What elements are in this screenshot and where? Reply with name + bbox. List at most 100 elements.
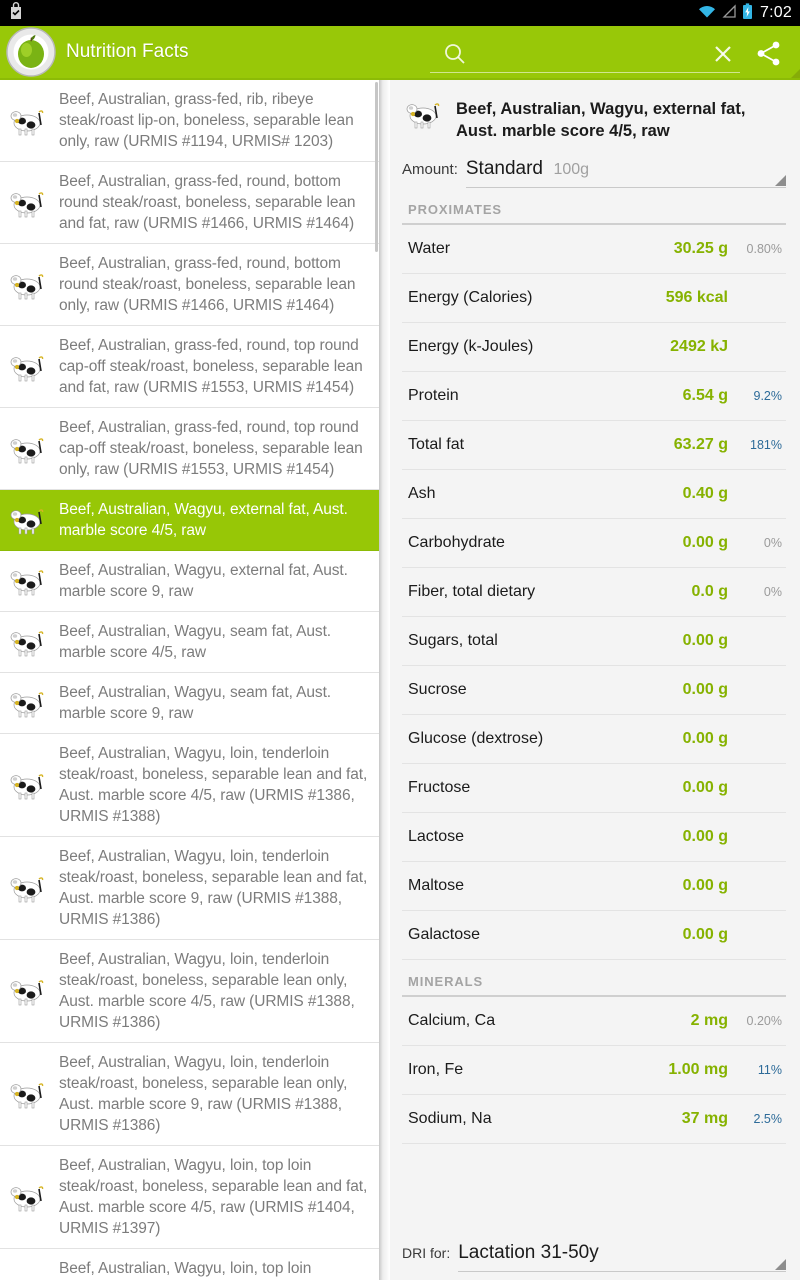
food-list[interactable]: Beef, Australian, grass-fed, rib, ribeye…	[0, 80, 379, 1280]
amount-value: Standard	[465, 158, 543, 179]
nutrient-value: 63.27 g	[673, 436, 728, 453]
nutrient-value: 596 kcal	[665, 289, 728, 306]
nutrient-section: MINERALS Calcium, Ca 2 mg 0.20% Iron, Fe 1.00…	[390, 960, 800, 1144]
list-item-label: Beef, Australian, Wagyu, seam fat, Aust.…	[59, 684, 331, 722]
nutrient-row[interactable]: Ash 0.40 g	[402, 470, 786, 519]
nutrient-name: Fiber, total dietary	[408, 583, 536, 600]
nutrient-row[interactable]: Total fat 63.27 g 181%	[402, 421, 786, 470]
list-item[interactable]: Beef, Australian, Wagyu, loin, tenderloi…	[0, 837, 379, 940]
cow-icon	[6, 103, 50, 139]
list-item[interactable]: Beef, Australian, Wagyu, loin, top loin …	[0, 1146, 379, 1249]
close-icon[interactable]	[708, 39, 738, 69]
nutrient-row[interactable]: Protein 6.54 g 9.2%	[402, 372, 786, 421]
status-bar-notifications	[8, 2, 24, 24]
nutrient-row[interactable]: Carbohydrate 0.00 g 0%	[402, 519, 786, 568]
list-scrollbar[interactable]	[375, 82, 378, 252]
app-logo[interactable]	[4, 25, 58, 79]
list-item[interactable]: Beef, Australian, grass-fed, round, bott…	[0, 162, 379, 244]
nutrient-row[interactable]: Iron, Fe 1.00 mg 11%	[402, 1046, 786, 1095]
list-item[interactable]: Beef, Australian, Wagyu, seam fat, Aust.…	[0, 612, 379, 673]
list-item[interactable]: Beef, Australian, Wagyu, loin, tenderloi…	[0, 1043, 379, 1146]
list-item-label: Beef, Australian, Wagyu, external fat, A…	[59, 562, 348, 600]
nutrient-row[interactable]: Maltose 0.00 g	[402, 862, 786, 911]
search-field[interactable]	[430, 37, 740, 73]
overflow-corner-indicator	[791, 69, 800, 78]
nutrient-daily-percent: 2.5%	[753, 1112, 783, 1126]
cow-icon	[6, 349, 50, 385]
cow-icon	[6, 870, 50, 906]
pane-divider	[379, 80, 390, 1280]
page-title: Nutrition Facts	[66, 41, 189, 62]
nutrient-row[interactable]: Lactose 0.00 g	[402, 813, 786, 862]
nutrient-value: 37 mg	[681, 1110, 728, 1127]
nutrient-row[interactable]: Energy (Calories) 596 kcal	[402, 274, 786, 323]
status-bar-system-icons: 7:02	[698, 2, 792, 24]
nutrient-daily-percent: 9.2%	[753, 389, 783, 403]
list-item-label: Beef, Australian, Wagyu, loin, tenderloi…	[59, 745, 368, 825]
action-bar: Nutrition Facts	[0, 26, 800, 80]
nutrient-value: 0.00 g	[682, 828, 728, 845]
list-item-label: Beef, Australian, grass-fed, round, bott…	[59, 173, 356, 232]
list-item[interactable]: Beef, Australian, grass-fed, round, top …	[0, 326, 379, 408]
nutrient-daily-percent: 181%	[750, 438, 782, 452]
search-input[interactable]	[472, 39, 672, 70]
list-item[interactable]: Beef, Australian, Wagyu, external fat, A…	[0, 490, 379, 551]
signal-icon	[721, 3, 737, 23]
nutrient-row[interactable]: Sugars, total 0.00 g	[402, 617, 786, 666]
list-item[interactable]: Beef, Australian, grass-fed, rib, ribeye…	[0, 80, 379, 162]
amount-spinner[interactable]: Standard 100g	[465, 158, 786, 188]
nutrient-name: Carbohydrate	[408, 534, 505, 551]
nutrient-daily-percent: 0.20%	[746, 1014, 782, 1028]
amount-row: Amount: Standard 100g	[390, 158, 800, 188]
cow-icon	[402, 96, 446, 132]
nutrient-value: 2 mg	[690, 1012, 728, 1029]
status-bar-clock: 7:02	[760, 4, 792, 21]
nutrient-value: 0.40 g	[682, 485, 728, 502]
dri-label: DRI for:	[402, 1245, 451, 1261]
list-item-label: Beef, Australian, Wagyu, loin, tenderloi…	[59, 1054, 348, 1134]
list-item-label: Beef, Australian, Wagyu, seam fat, Aust.…	[59, 623, 331, 661]
nutrient-name: Sucrose	[408, 681, 467, 698]
nutrient-row[interactable]: Fiber, total dietary 0.0 g 0%	[402, 568, 786, 617]
battery-charging-icon	[742, 2, 753, 24]
nutrition-detail-pane: Beef, Australian, Wagyu, external fat, A…	[390, 80, 800, 1280]
list-item[interactable]: Beef, Australian, grass-fed, round, bott…	[0, 244, 379, 326]
list-item-label: Beef, Australian, grass-fed, round, top …	[59, 337, 363, 396]
list-item[interactable]: Beef, Australian, Wagyu, external fat, A…	[0, 551, 379, 612]
amount-sub-value: 100g	[553, 161, 590, 178]
nutrient-value: 6.54 g	[682, 387, 728, 404]
nutrient-daily-percent: 0.80%	[746, 242, 782, 256]
nutrient-row[interactable]: Calcium, Ca 2 mg 0.20%	[402, 997, 786, 1046]
nutrient-name: Iron, Fe	[408, 1061, 464, 1078]
list-item[interactable]: Beef, Australian, Wagyu, loin, tenderloi…	[0, 734, 379, 837]
nutrient-row[interactable]: Sucrose 0.00 g	[402, 666, 786, 715]
nutrient-name: Energy (Calories)	[408, 289, 533, 306]
nutrient-row[interactable]: Fructose 0.00 g	[402, 764, 786, 813]
nutrient-value: 0.0 g	[691, 583, 728, 600]
list-item[interactable]: Beef, Australian, grass-fed, round, top …	[0, 408, 379, 490]
nutrient-row[interactable]: Sodium, Na 37 mg 2.5%	[402, 1095, 786, 1144]
nutrient-name: Fructose	[408, 779, 471, 796]
dri-value: Lactation 31-50y	[458, 1242, 599, 1263]
nutrient-name: Water	[408, 240, 451, 257]
nutrient-value: 1.00 mg	[668, 1061, 728, 1078]
nutrient-row[interactable]: Galactose 0.00 g	[402, 911, 786, 960]
cow-icon	[6, 624, 50, 660]
dri-spinner[interactable]: Lactation 31-50y	[458, 1242, 786, 1272]
nutrient-row[interactable]: Water 30.25 g 0.80%	[402, 225, 786, 274]
nutrient-name: Lactose	[408, 828, 465, 845]
nutrient-daily-percent: 11%	[757, 1063, 782, 1077]
cow-icon	[6, 431, 50, 467]
content-area: Beef, Australian, grass-fed, rib, ribeye…	[0, 80, 800, 1280]
nutrient-name: Calcium, Ca	[408, 1012, 496, 1029]
search-icon	[442, 41, 468, 72]
nutrient-row[interactable]: Glucose (dextrose) 0.00 g	[402, 715, 786, 764]
list-item-label: Beef, Australian, Wagyu, external fat, A…	[59, 501, 348, 539]
list-item[interactable]: Beef, Australian, Wagyu, seam fat, Aust.…	[0, 673, 379, 734]
share-icon[interactable]	[752, 38, 792, 72]
nutrient-name: Sugars, total	[408, 632, 498, 649]
nutrient-row[interactable]: Energy (k-Joules) 2492 kJ	[402, 323, 786, 372]
list-item[interactable]: Beef, Australian, Wagyu, loin, tenderloi…	[0, 940, 379, 1043]
list-item[interactable]: Beef, Australian, Wagyu, loin, top loin …	[0, 1249, 379, 1280]
nutrient-name: Ash	[408, 485, 436, 502]
